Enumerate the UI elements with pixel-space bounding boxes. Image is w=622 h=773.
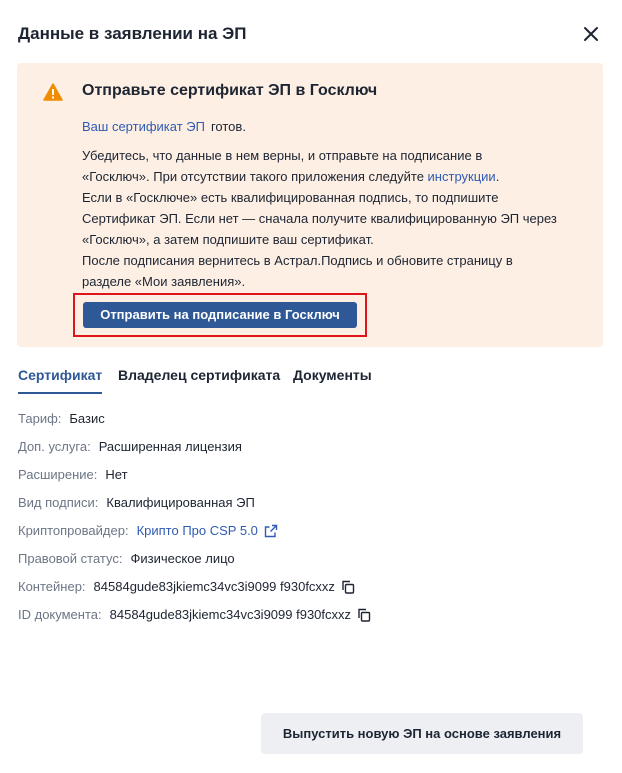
detail-row-crypto: Криптопровайдер: Крипто Про CSP 5.0: [18, 521, 278, 541]
detail-value: Физическое лицо: [130, 551, 235, 566]
detail-row-tariff: Тариф: Базис: [18, 409, 105, 429]
close-icon: [584, 27, 598, 41]
detail-row-document-id: ID документа: 84584gude83jkiemc34vc3i9099…: [18, 605, 371, 625]
detail-label: Вид подписи:: [18, 495, 99, 510]
detail-label: Тариф:: [18, 411, 62, 426]
dialog-header: Данные в заявлении на ЭП: [18, 22, 604, 46]
close-button[interactable]: [581, 24, 601, 44]
tab-certificate-owner[interactable]: Владелец сертификата: [118, 365, 280, 385]
issue-new-signature-button[interactable]: Выпустить новую ЭП на основе заявления: [261, 713, 583, 754]
detail-row-container: Контейнер: 84584gude83jkiemc34vc3i9099 f9…: [18, 577, 355, 597]
send-to-goskey-alert: Отправьте сертификат ЭП в Госключ Ваш се…: [17, 63, 603, 347]
alert-paragraph-1: Убедитесь, что данные в нем верны, и отп…: [82, 145, 562, 187]
detail-value: 84584gude83jkiemc34vc3i9099 f930fcxxz: [93, 579, 335, 594]
certificate-link[interactable]: Ваш сертификат ЭП: [82, 119, 205, 134]
alert-text: Убедитесь, что данные в нем верны, и отп…: [82, 148, 483, 163]
detail-row-extension: Расширение: Нет: [18, 465, 128, 485]
active-tab-indicator: [18, 392, 102, 394]
detail-value: Расширенная лицензия: [98, 439, 242, 454]
alert-paragraph-3: После подписания вернитесь в Астрал.Подп…: [82, 253, 513, 289]
crypto-provider-link[interactable]: Крипто Про CSP 5.0: [137, 523, 258, 538]
dialog-title: Данные в заявлении на ЭП: [18, 24, 247, 43]
warning-icon: [43, 83, 63, 101]
alert-title: Отправьте сертификат ЭП в Госключ: [82, 82, 378, 99]
tab-certificate[interactable]: Сертификат: [18, 365, 102, 385]
detail-value: 84584gude83jkiemc34vc3i9099 f930fcxxz: [109, 607, 352, 622]
instructions-link[interactable]: инструкции: [428, 169, 496, 184]
detail-row-signature: Вид подписи: Квалифицированная ЭП: [18, 493, 255, 513]
alert-text: .: [495, 169, 500, 184]
detail-label: Контейнер:: [18, 579, 86, 594]
alert-body: Убедитесь, что данные в нем верны, и отп…: [82, 145, 562, 292]
detail-label: Криптопровайдер:: [18, 523, 129, 538]
detail-row-addon: Доп. услуга: Расширенная лицензия: [18, 437, 242, 457]
external-link-icon[interactable]: [264, 524, 278, 538]
certificate-ready-line: Ваш сертификат ЭП готов.: [82, 119, 246, 134]
alert-paragraph-2: Если в «Госключе» есть квалифицированная…: [82, 190, 557, 247]
alert-text: «Госключ». При отсутствии такого приложе…: [82, 169, 428, 184]
detail-label: ID документа:: [18, 607, 102, 622]
send-button-highlight: Отправить на подписание в Госключ: [73, 293, 367, 337]
send-to-goskey-button[interactable]: Отправить на подписание в Госключ: [83, 302, 357, 328]
copy-icon[interactable]: [357, 608, 371, 622]
detail-label: Доп. услуга:: [18, 439, 91, 454]
detail-value: Квалифицированная ЭП: [106, 495, 255, 510]
tab-documents[interactable]: Документы: [293, 365, 372, 385]
certificate-ready-text: готов.: [210, 119, 246, 134]
detail-row-legal-status: Правовой статус: Физическое лицо: [18, 549, 235, 569]
copy-icon[interactable]: [341, 580, 355, 594]
detail-label: Правовой статус:: [18, 551, 123, 566]
detail-value: Нет: [105, 467, 128, 482]
detail-value: Базис: [69, 411, 105, 426]
detail-label: Расширение:: [18, 467, 98, 482]
